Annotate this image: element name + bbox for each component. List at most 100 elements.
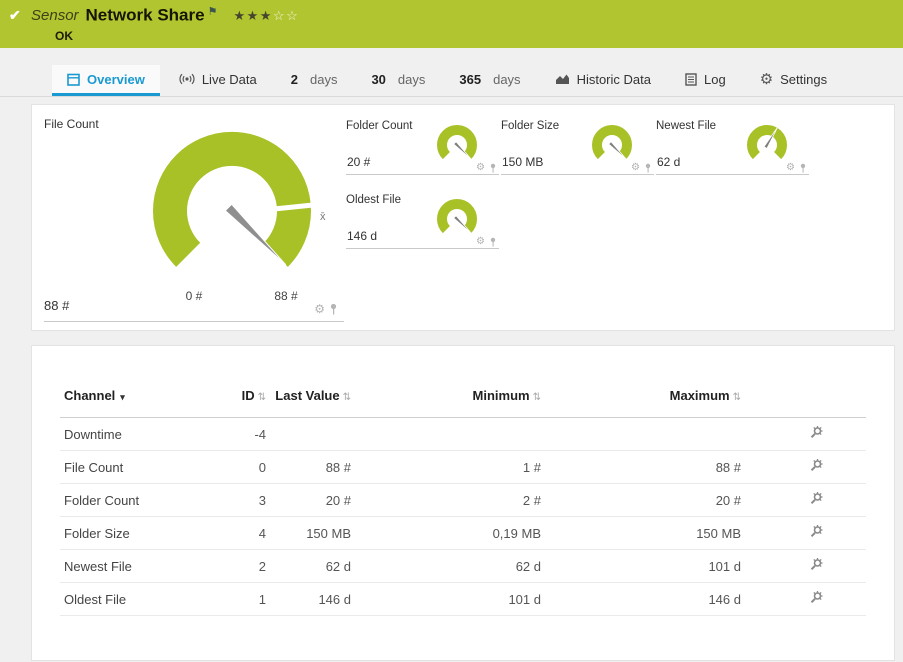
gauge-value: 62 d <box>657 155 680 169</box>
column-label: Maximum <box>670 388 730 403</box>
cell-id: 2 <box>210 550 270 583</box>
tab-overview[interactable]: Overview <box>52 65 160 96</box>
pin-icon[interactable] <box>799 163 807 173</box>
pin-icon[interactable] <box>489 237 497 247</box>
cell-id: 1 <box>210 583 270 616</box>
tab-log[interactable]: Log <box>670 65 741 96</box>
channel-settings-icon[interactable] <box>809 425 824 443</box>
tab-historic-data[interactable]: Historic Data <box>540 65 666 96</box>
cell-minimum: 0,19 MB <box>355 517 545 550</box>
average-marker: x̄ <box>320 211 326 223</box>
historic-data-icon <box>555 73 570 85</box>
status-badge: OK <box>55 29 73 43</box>
cell-minimum: 62 d <box>355 550 545 583</box>
gauge-folder-size[interactable]: Folder Size 150 MB ⚙ <box>501 117 654 175</box>
tab-number: 30 <box>371 72 385 87</box>
flag-icon[interactable]: ⚑ <box>208 6 218 18</box>
cell-channel: Folder Count <box>60 484 210 517</box>
gauge-file-count[interactable]: File Count x̄ 0 # 88 # 88 # ⚙ <box>44 117 344 322</box>
cell-id: 4 <box>210 517 270 550</box>
pin-icon[interactable] <box>644 163 652 173</box>
gauge-gear-icon[interactable]: ⚙ <box>631 163 640 173</box>
gauge-value: 88 # <box>44 298 69 313</box>
sensor-title: Network Share <box>86 5 205 24</box>
status-check-icon: ✔ <box>9 7 21 24</box>
gauge-oldest-file[interactable]: Oldest File 146 d ⚙ <box>346 191 499 249</box>
channels-panel: Channel▾ ID⇅ Last Value⇅ Minimum⇅ Maximu… <box>31 345 895 661</box>
gauge-gear-icon[interactable]: ⚙ <box>786 163 795 173</box>
sensor-header: ✔ SensorNetwork Share⚑★★★☆☆ OK <box>0 0 903 48</box>
gauge-gear-icon[interactable]: ⚙ <box>314 303 325 315</box>
tab-live-data[interactable]: Live Data <box>164 65 272 96</box>
column-header-maximum[interactable]: Maximum⇅ <box>545 388 745 418</box>
table-row-folder-count: Folder Count 3 20 # 2 # 20 # <box>60 484 866 517</box>
sort-icon: ⇅ <box>258 392 266 403</box>
tab-2-days[interactable]: 2 days <box>276 65 353 96</box>
gauge-scale-max: 88 # <box>264 289 308 303</box>
cell-channel: File Count <box>60 451 210 484</box>
tab-number: 365 <box>459 72 481 87</box>
table-row-oldest-file: Oldest File 1 146 d 101 d 146 d <box>60 583 866 616</box>
tab-bar: Overview Live Data 2days 30days 365days … <box>0 65 903 97</box>
gauge-newest-file[interactable]: Newest File 62 d ⚙ <box>656 117 809 175</box>
gauge-chart-folder-size <box>584 121 640 167</box>
pin-icon[interactable] <box>329 303 338 315</box>
gauge-folder-count[interactable]: Folder Count 20 # ⚙ <box>346 117 499 175</box>
settings-gear-icon: ⚙ <box>760 72 773 87</box>
gauge-chart-oldest-file <box>429 195 485 241</box>
column-label: ID <box>242 388 255 403</box>
column-header-id[interactable]: ID⇅ <box>210 388 270 418</box>
column-label: Minimum <box>473 388 530 403</box>
channels-table: Channel▾ ID⇅ Last Value⇅ Minimum⇅ Maximu… <box>60 388 866 616</box>
gauge-chart-folder-count <box>429 121 485 167</box>
column-label: Channel <box>64 388 115 403</box>
tab-365-days[interactable]: 365days <box>444 65 535 96</box>
cell-maximum: 101 d <box>545 550 745 583</box>
priority-stars-empty[interactable]: ☆☆ <box>273 8 299 23</box>
pin-icon[interactable] <box>489 163 497 173</box>
cell-minimum <box>355 418 545 451</box>
tab-settings[interactable]: ⚙ Settings <box>745 65 842 96</box>
cell-last-value: 20 # <box>270 484 355 517</box>
prtg-sensor-page: { "header": { "kind": "Sensor", "title":… <box>0 0 903 662</box>
cell-minimum: 2 # <box>355 484 545 517</box>
table-row-newest-file: Newest File 2 62 d 62 d 101 d <box>60 550 866 583</box>
gauge-value: 20 # <box>347 155 370 169</box>
channel-settings-icon[interactable] <box>809 590 824 608</box>
tab-unit: days <box>310 72 337 87</box>
sort-icon: ⇅ <box>343 392 351 403</box>
table-row-downtime: Downtime -4 <box>60 418 866 451</box>
tab-label: Log <box>704 72 726 87</box>
cell-last-value: 88 # <box>270 451 355 484</box>
tab-number: 2 <box>291 72 298 87</box>
table-row-folder-size: Folder Size 4 150 MB 0,19 MB 150 MB <box>60 517 866 550</box>
cell-maximum <box>545 418 745 451</box>
gauge-gear-icon[interactable]: ⚙ <box>476 163 485 173</box>
column-header-last-value[interactable]: Last Value ⇅ <box>270 388 355 418</box>
tab-label: Live Data <box>202 72 257 87</box>
sort-icon: ⇅ <box>733 392 741 403</box>
column-label: Last Value <box>275 388 339 403</box>
gauge-gear-icon[interactable]: ⚙ <box>476 237 485 247</box>
channel-settings-icon[interactable] <box>809 491 824 509</box>
cell-last-value: 150 MB <box>270 517 355 550</box>
channel-settings-icon[interactable] <box>809 524 824 542</box>
cell-last-value <box>270 418 355 451</box>
tab-label: Settings <box>780 72 827 87</box>
priority-stars-filled[interactable]: ★★★ <box>233 8 272 23</box>
cell-minimum: 1 # <box>355 451 545 484</box>
column-header-minimum[interactable]: Minimum⇅ <box>355 388 545 418</box>
gauge-chart-newest-file <box>739 121 795 167</box>
table-row-file-count: File Count 0 88 # 1 # 88 # <box>60 451 866 484</box>
gauge-value: 150 MB <box>502 155 543 169</box>
cell-maximum: 146 d <box>545 583 745 616</box>
gauge-chart-file-count <box>132 123 332 288</box>
cell-maximum: 88 # <box>545 451 745 484</box>
tab-30-days[interactable]: 30days <box>356 65 440 96</box>
column-header-channel[interactable]: Channel▾ <box>60 388 210 418</box>
live-data-icon <box>179 72 195 86</box>
channel-settings-icon[interactable] <box>809 557 824 575</box>
channel-settings-icon[interactable] <box>809 458 824 476</box>
cell-channel: Downtime <box>60 418 210 451</box>
tab-label: Overview <box>87 72 145 87</box>
